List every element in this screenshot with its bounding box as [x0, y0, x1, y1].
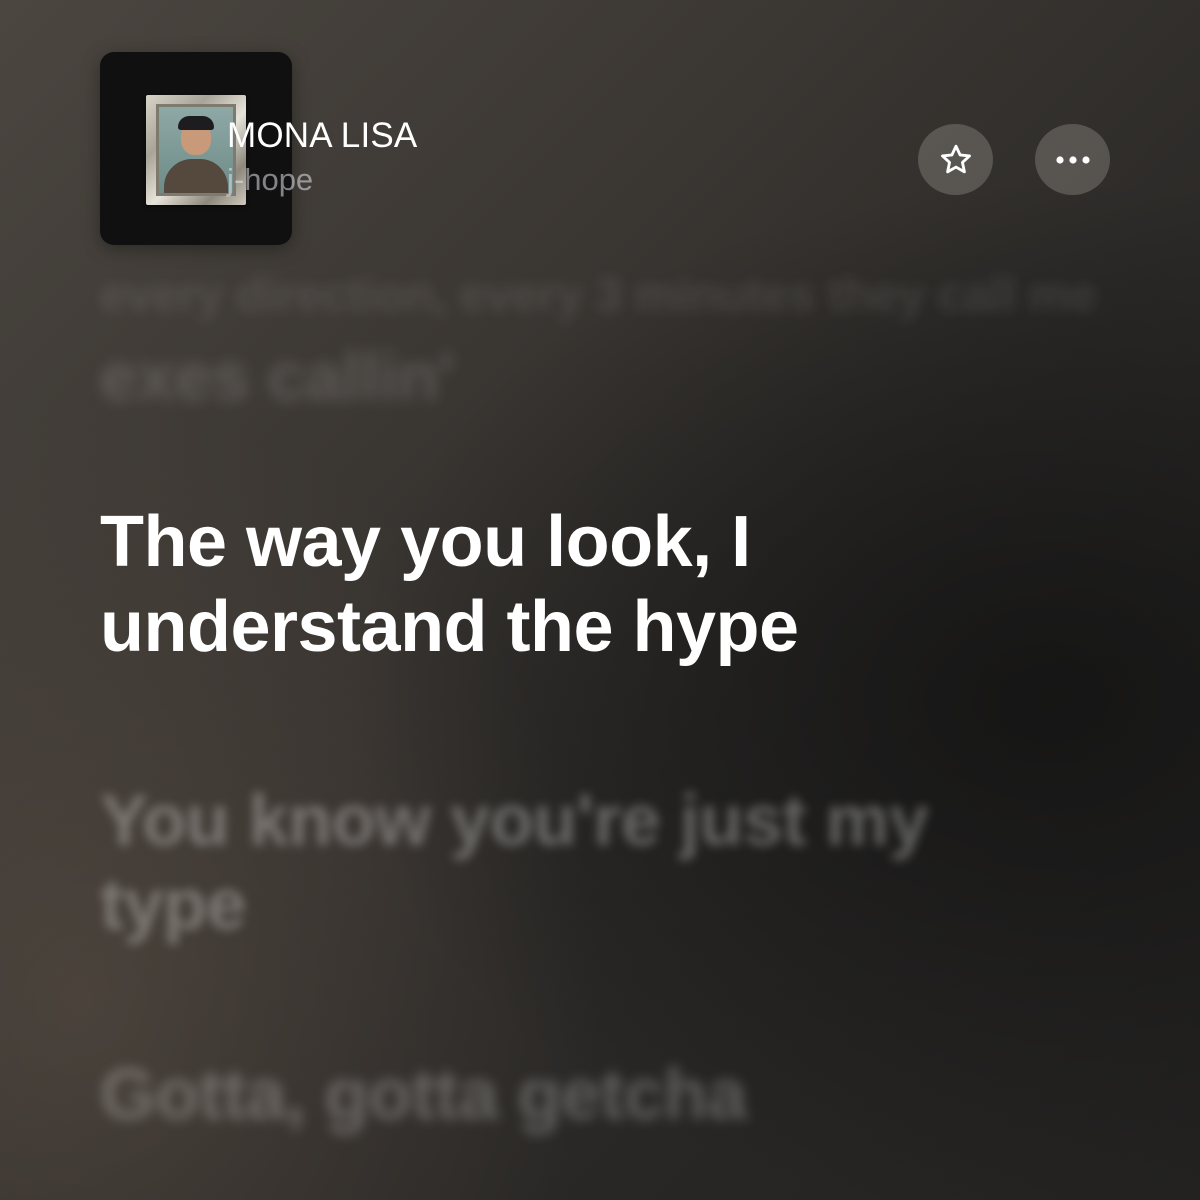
track-artist[interactable]: j-hope: [227, 164, 313, 195]
lyric-line-past[interactable]: exes callin': [100, 340, 455, 415]
lyric-line-upcoming[interactable]: You know you're just my type: [100, 780, 929, 947]
artwork-portrait: [156, 104, 236, 196]
artwork-figure-body: [164, 159, 228, 193]
ellipsis-icon: [1055, 155, 1090, 164]
more-options-button[interactable]: [1035, 124, 1110, 195]
lyric-line-upcoming[interactable]: Gotta, gotta getcha: [100, 1054, 747, 1138]
lyric-line-current[interactable]: The way you look, I understand the hype: [100, 500, 799, 670]
lyric-line-past[interactable]: every direction, every 3 minutes they ca…: [100, 268, 1097, 323]
star-outline-icon: [940, 144, 971, 173]
favorite-button[interactable]: [918, 124, 993, 195]
track-title[interactable]: MONA LISA: [227, 118, 417, 153]
artwork-figure-cap: [178, 116, 214, 130]
